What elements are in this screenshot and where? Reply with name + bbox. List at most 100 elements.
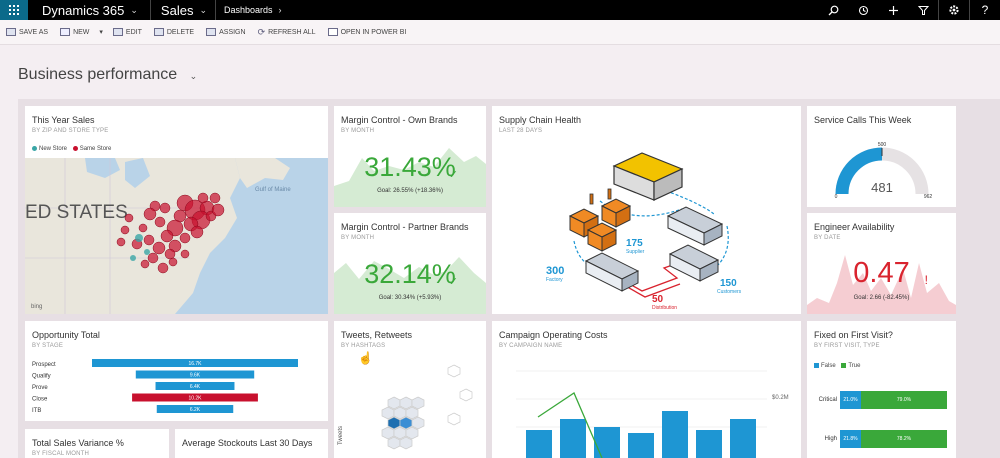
- kpi-goal: Goal: 26.55% (+18.36%): [377, 188, 443, 194]
- edit-button[interactable]: EDIT: [107, 20, 148, 44]
- tile-engineer-availability[interactable]: Engineer Availability BY DATE 0.47 ! Goa…: [807, 213, 956, 314]
- save-as-button[interactable]: SAVE AS: [0, 20, 54, 44]
- map-bubble[interactable]: [152, 241, 166, 255]
- axis-right-label: $0.2M: [772, 395, 789, 401]
- gauge-min: 0: [835, 194, 838, 200]
- supply-chain-diagram: 175 Supplier 300 Factory 50 Distribution…: [546, 152, 742, 311]
- map-bubble[interactable]: [143, 234, 155, 246]
- tile-this-year-sales[interactable]: This Year Sales BY ZIP AND STORE TYPE Ne…: [25, 106, 328, 314]
- tile-opportunity-total[interactable]: Opportunity Total BY STAGE Prospect 16.7K…: [25, 321, 328, 421]
- map-sea-label: Gulf of Maine: [255, 187, 291, 193]
- kpi-goal: Goal: 30.34% (+5.93%): [378, 295, 442, 301]
- tile-title: Margin Control - Own Brands: [341, 115, 458, 125]
- bar-false: 21.0%: [840, 391, 861, 409]
- tile-service-calls[interactable]: Service Calls This Week 481 500 0 962: [807, 106, 956, 207]
- map-bubble[interactable]: [179, 232, 191, 244]
- funnel-value-label: 6.2K: [190, 407, 201, 413]
- delete-icon: [153, 28, 164, 36]
- sales-map[interactable]: ED STATES Gulf of Maine bing: [25, 158, 328, 314]
- tile-subtitle: BY FIRST VISIT, TYPE: [814, 343, 880, 349]
- command-bar: SAVE AS NEW ▾ EDIT DELETE ASSIGN ⟳ REFRE…: [0, 20, 1000, 45]
- new-dropdown-button[interactable]: ▾: [95, 28, 107, 36]
- filter-icon[interactable]: [908, 0, 938, 20]
- row-label: High: [824, 436, 837, 442]
- open-in-power-bi-button[interactable]: OPEN IN POWER BI: [322, 20, 413, 44]
- map-bubble[interactable]: [124, 213, 134, 223]
- tile-margin-partner-brands[interactable]: Margin Control - Partner Brands BY MONTH…: [334, 213, 486, 314]
- map-bubble[interactable]: [197, 192, 209, 204]
- map-bubble[interactable]: [147, 252, 159, 264]
- assign-icon: [206, 28, 217, 36]
- map-bubble[interactable]: [168, 257, 178, 267]
- map-bubble[interactable]: [120, 225, 130, 235]
- factory-count: 300: [546, 265, 564, 277]
- chevron-down-icon: ▾: [99, 29, 103, 36]
- tile-total-sales-variance[interactable]: Total Sales Variance % BY FISCAL MONTH: [25, 429, 169, 458]
- combo-chart: $0.2M: [516, 370, 789, 458]
- dashboard-selector[interactable]: Business performance ⌄: [18, 66, 197, 84]
- area-switcher[interactable]: Sales ⌄: [151, 0, 216, 20]
- tile-title: Service Calls This Week: [814, 115, 912, 125]
- tile-title: Fixed on First Visit?: [814, 330, 893, 340]
- tile-subtitle: BY CAMPAIGN NAME: [499, 343, 563, 349]
- tile-title: Average Stockouts Last 30 Days: [182, 438, 313, 448]
- bar-false: 21.8%: [840, 430, 861, 448]
- help-icon[interactable]: ?: [970, 0, 1000, 20]
- add-icon[interactable]: [878, 0, 908, 20]
- refresh-all-button[interactable]: ⟳ REFRESH ALL: [252, 20, 322, 44]
- tile-title: Engineer Availability: [814, 222, 895, 232]
- search-icon[interactable]: [818, 0, 848, 20]
- axis-label: Tweets: [338, 426, 344, 445]
- app-switcher[interactable]: Dynamics 365 ⌄: [28, 0, 151, 20]
- dashboard-board: This Year Sales BY ZIP AND STORE TYPE Ne…: [18, 99, 1000, 458]
- kpi-value: 0.47: [853, 257, 910, 289]
- map-bubble[interactable]: [138, 223, 148, 233]
- gear-icon[interactable]: [939, 0, 969, 20]
- factory-icon: [568, 188, 632, 252]
- new-button[interactable]: NEW: [54, 20, 95, 44]
- map-bubble[interactable]: [140, 259, 150, 269]
- tile-campaign-costs[interactable]: Campaign Operating Costs BY CAMPAIGN NAM…: [492, 321, 801, 458]
- kpi-value: 31.43%: [364, 152, 456, 182]
- breadcrumb[interactable]: Dashboards ›: [216, 0, 290, 20]
- map-bubble[interactable]: [157, 262, 169, 274]
- assign-button[interactable]: ASSIGN: [200, 20, 251, 44]
- map-bubble[interactable]: [180, 249, 190, 259]
- map-bubble[interactable]: [211, 203, 225, 217]
- delete-button[interactable]: DELETE: [148, 20, 200, 44]
- customers-label: Customers: [717, 289, 742, 295]
- tile-tweets-retweets[interactable]: Tweets, Retweets BY HASHTAGS Tweets ☝: [334, 321, 486, 458]
- legend-swatch: [814, 363, 819, 368]
- map-bubble[interactable]: [144, 249, 150, 255]
- alert-icon: !: [924, 273, 928, 287]
- gauge-target: 500: [878, 142, 887, 148]
- history-icon[interactable]: [848, 0, 878, 20]
- tile-title: Opportunity Total: [32, 330, 100, 340]
- map-bubble[interactable]: [190, 225, 204, 239]
- supplier-label: Supplier: [626, 249, 645, 255]
- gauge: 481 500 0 962: [835, 142, 933, 200]
- funnel-chart: Prospect 16.7K Qualify 9.6K Prove 6.4K Close 10…: [32, 359, 298, 414]
- bar-true: 78.2%: [861, 430, 947, 448]
- check-icon: ✓: [448, 276, 458, 288]
- new-dashboard-icon: [60, 28, 71, 36]
- map-bubble[interactable]: [159, 202, 171, 214]
- map-bubble[interactable]: [209, 192, 221, 204]
- map-bubble[interactable]: [116, 237, 126, 247]
- tile-supply-chain-health[interactable]: Supply Chain Health LAST 28 DAYS 175 Sup…: [492, 106, 801, 314]
- funnel-stage-label: Prospect: [32, 362, 56, 368]
- map-bubble[interactable]: [135, 234, 143, 242]
- gauge-max: 962: [924, 194, 933, 200]
- map-bubble[interactable]: [164, 248, 176, 260]
- tile-fixed-first-visit[interactable]: Fixed on First Visit? BY FIRST VISIT, TY…: [807, 321, 956, 458]
- map-bubble[interactable]: [130, 255, 136, 261]
- map-bubble[interactable]: [143, 207, 157, 221]
- map-bubble[interactable]: [154, 216, 166, 228]
- power-bi-icon: [327, 28, 338, 36]
- tile-average-stockouts[interactable]: Average Stockouts Last 30 Days: [175, 429, 328, 458]
- app-name: Dynamics 365: [42, 2, 125, 18]
- app-launcher-button[interactable]: [0, 0, 28, 20]
- tile-margin-own-brands[interactable]: Margin Control - Own Brands BY MONTH 31.…: [334, 106, 486, 207]
- funnel-value-label: 10.2K: [188, 396, 202, 402]
- map-bubble[interactable]: [160, 229, 174, 243]
